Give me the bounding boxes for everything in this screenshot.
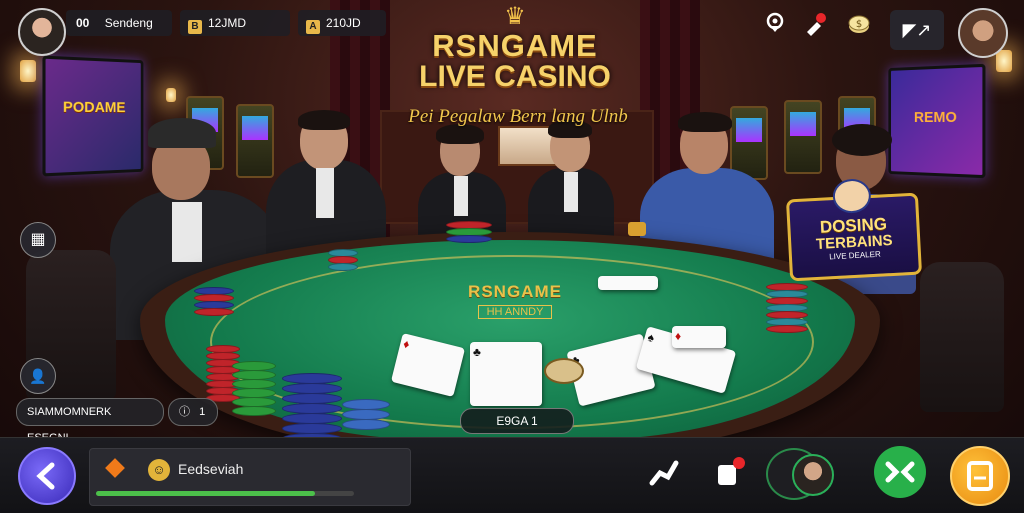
card-suit: ♦: [401, 336, 412, 352]
card-suit: ♠: [646, 329, 657, 346]
ticker-badge: SIAMMOMNERK ESEGNI: [16, 398, 164, 444]
svg-text:$: $: [856, 19, 862, 30]
tv-left-text: PODAME: [62, 98, 126, 116]
profile-button[interactable]: 👤: [20, 358, 56, 394]
dealer-chip-tray: [628, 222, 646, 236]
wall-lamp-left: [20, 60, 36, 82]
felt-logo: RSNGAME HH ANNDY: [430, 282, 600, 326]
chip-stack-dealer: [446, 221, 492, 243]
avatar-icon: [792, 454, 834, 496]
fullscreen-button[interactable]: ◤↗: [890, 10, 944, 50]
info-badge[interactable]: ⓘ 1: [168, 398, 218, 426]
menu-button[interactable]: [18, 447, 76, 505]
coins-pill[interactable]: A 210JD: [298, 10, 386, 36]
balance-pill[interactable]: B 12JMD: [180, 10, 290, 36]
mascot-icon: [831, 178, 872, 215]
profile-icon: 👤: [29, 368, 47, 384]
player-avatar[interactable]: [18, 8, 66, 56]
live-casino-scene: PODAME REMO RSNGAME HH ANNDY ♦ ♣ ♠ ♦ ♛ R…: [0, 0, 1024, 512]
title-line-1: RSNGAME: [432, 28, 598, 63]
chip-stack-left-small: [194, 287, 234, 316]
username-count: 00: [76, 16, 90, 30]
table-view-button[interactable]: ▦: [20, 222, 56, 258]
rocket-icon[interactable]: [802, 12, 828, 38]
clap-button[interactable]: [712, 455, 748, 491]
opponent-avatar[interactable]: [958, 8, 1008, 58]
chip-stack-mid: [328, 249, 358, 271]
location-pin-icon[interactable]: [762, 12, 788, 38]
coins-icon: A: [306, 20, 320, 34]
info-count: 1: [199, 406, 206, 418]
gesture-button[interactable]: [646, 455, 682, 491]
chat-icon: [885, 461, 915, 483]
gift-icon: [967, 461, 993, 491]
player-status-panel: ☺ Eedseviah: [89, 448, 411, 506]
card-suit: ♣: [473, 345, 481, 359]
fullscreen-icon: ◤↗: [902, 20, 932, 40]
chair-right: [920, 262, 1004, 412]
progress-bar: [96, 491, 354, 496]
wall-lamp-mid: [166, 88, 176, 102]
card-back-deck: [598, 276, 658, 290]
felt-sublogo-text: HH ANNDY: [477, 305, 553, 319]
bet-label[interactable]: E9GA 1: [460, 408, 574, 434]
slot-machine: [730, 106, 768, 180]
balance-icon: B: [188, 20, 202, 34]
promo-badge[interactable]: DOSING TERBAINS LIVE DEALER: [785, 178, 923, 282]
coin-icon: ☺: [148, 459, 170, 481]
felt-logo-text: RSNGAME: [468, 282, 562, 301]
chat-button[interactable]: [874, 446, 926, 498]
card-suit: ♦: [675, 329, 682, 343]
card-5[interactable]: ♦: [672, 326, 726, 348]
diamond-icon: [105, 458, 125, 478]
table-icon: ▦: [30, 231, 46, 248]
arrow-back-icon: [36, 462, 55, 490]
balance-text: 12JMD: [208, 16, 247, 30]
avatar-pair-button[interactable]: [766, 448, 834, 500]
title-line-2: LIVE CASINO: [419, 60, 611, 93]
slot-machine: [236, 104, 274, 178]
tv-right-text: REMO: [913, 108, 957, 127]
clap-icon: [718, 457, 745, 485]
tv-right: REMO: [888, 63, 986, 179]
card-2[interactable]: ♣: [470, 342, 542, 406]
coins-text: 210JD: [326, 16, 361, 30]
username-text: Sendeng: [104, 16, 153, 30]
player-name: Eedseviah: [178, 461, 244, 477]
gesture-icon: [649, 460, 679, 486]
game-title: ♛ RSNGAME LIVE CASINO: [400, 4, 630, 92]
info-icon: ⓘ: [179, 406, 190, 418]
chip-stack-blue: [282, 373, 342, 444]
progress-fill: [96, 491, 316, 496]
gift-button[interactable]: [950, 446, 1010, 506]
username-pill[interactable]: 00 Sendeng: [66, 10, 172, 36]
center-token: [544, 358, 584, 384]
title-subtitle: Pei Pegalaw Bern lang Ulnb: [408, 106, 628, 127]
cash-icon[interactable]: $: [846, 12, 872, 38]
tv-left: PODAME: [42, 55, 144, 177]
chip-stack-green: [232, 361, 276, 416]
slot-machine: [784, 100, 822, 174]
crown-icon: ♛: [504, 3, 526, 30]
wall-lamp-right: [996, 50, 1012, 72]
chip-stack-right: [766, 283, 808, 333]
chip-stack-lightblue: [342, 399, 390, 430]
